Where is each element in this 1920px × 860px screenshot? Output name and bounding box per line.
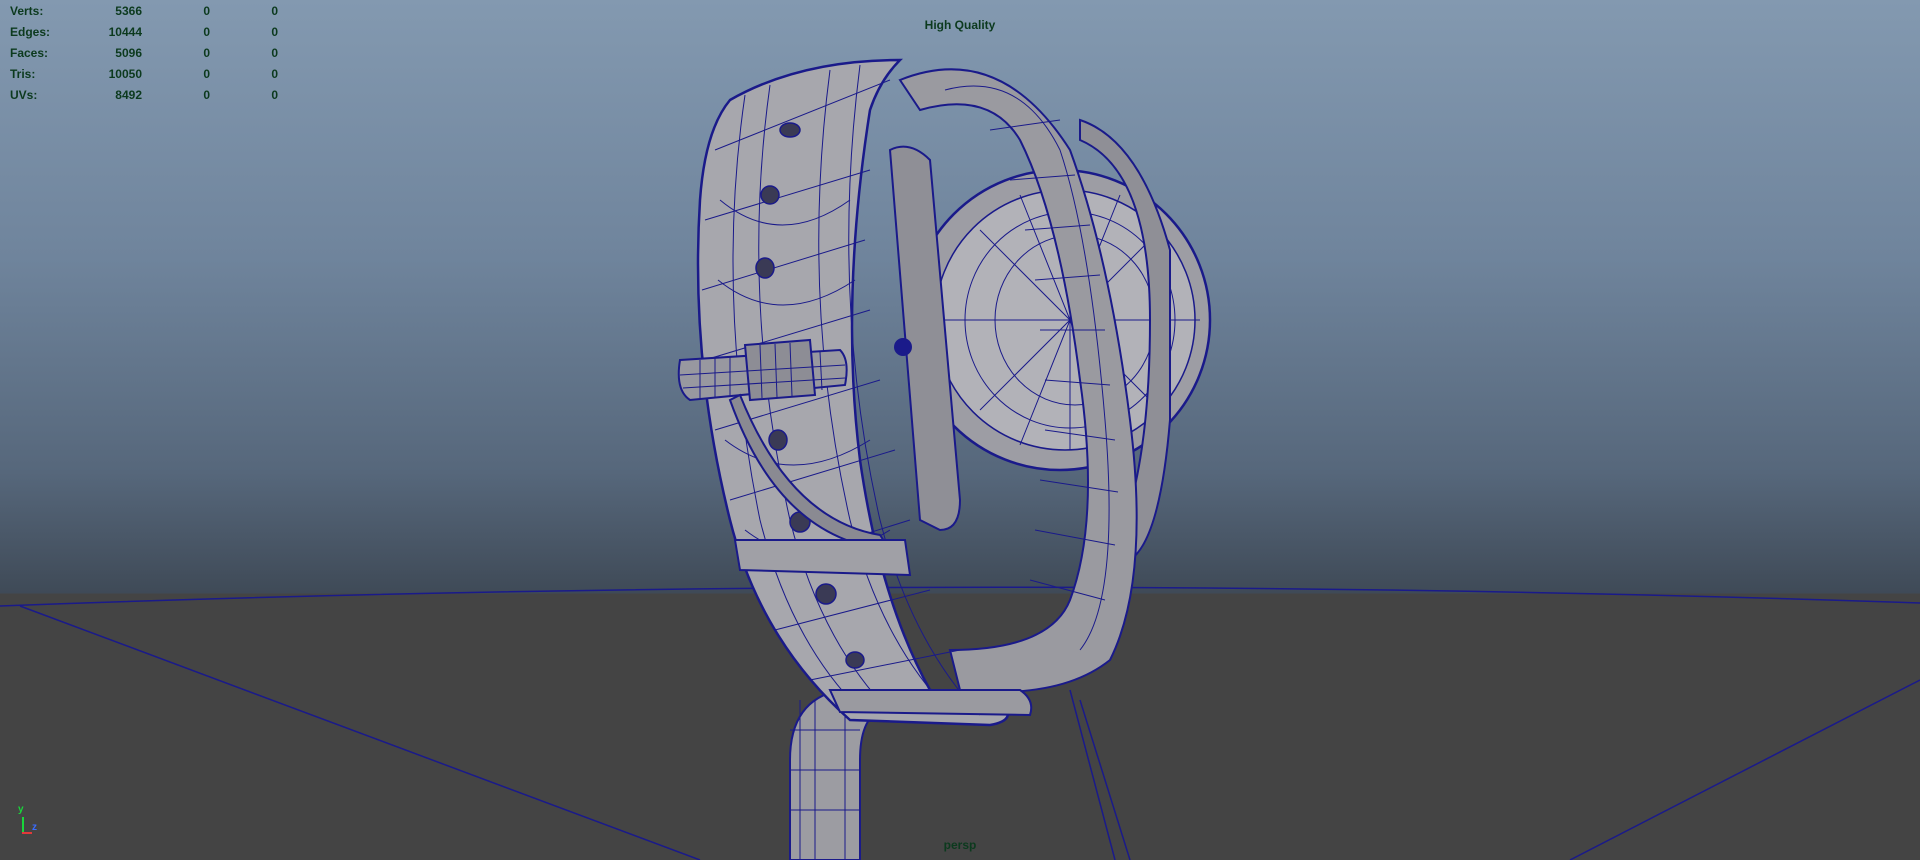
hud-label: Verts: <box>10 3 44 18</box>
axis-z-label: z <box>32 822 37 833</box>
hud-row-uvs: UVs: 8492 0 0 <box>10 84 278 105</box>
viewport-3d[interactable]: Verts: 5366 0 0 Edges: 10444 0 0 Faces: … <box>0 0 1920 860</box>
axis-y-line <box>22 817 24 833</box>
scene <box>0 58 1920 860</box>
hud-value: 0 <box>203 45 210 60</box>
hud-label: Tris: <box>10 66 36 81</box>
hud-row-faces: Faces: 5096 0 0 <box>10 42 278 63</box>
hud-label: Faces: <box>10 45 49 60</box>
hud-value: 0 <box>271 45 278 60</box>
axis-gizmo: y z <box>14 804 44 840</box>
hud-value: 10050 <box>108 66 142 81</box>
axis-y-label: y <box>18 804 24 815</box>
hud-value: 5366 <box>115 3 142 18</box>
hud-value: 0 <box>203 87 210 102</box>
hud-value: 0 <box>271 87 278 102</box>
camera-name-label[interactable]: persp <box>0 838 1920 852</box>
hud-value: 0 <box>203 3 210 18</box>
hud-value: 0 <box>271 3 278 18</box>
hud-value: 0 <box>203 66 210 81</box>
hud-value: 0 <box>271 66 278 81</box>
hud-row-tris: Tris: 10050 0 0 <box>10 63 278 84</box>
hud-label: UVs: <box>10 87 38 102</box>
hud-value: 5096 <box>115 45 142 60</box>
axis-x-line <box>22 832 32 834</box>
poly-count-hud: Verts: 5366 0 0 Edges: 10444 0 0 Faces: … <box>10 0 278 105</box>
hud-value: 8492 <box>115 87 142 102</box>
render-quality-label: High Quality <box>924 18 996 32</box>
